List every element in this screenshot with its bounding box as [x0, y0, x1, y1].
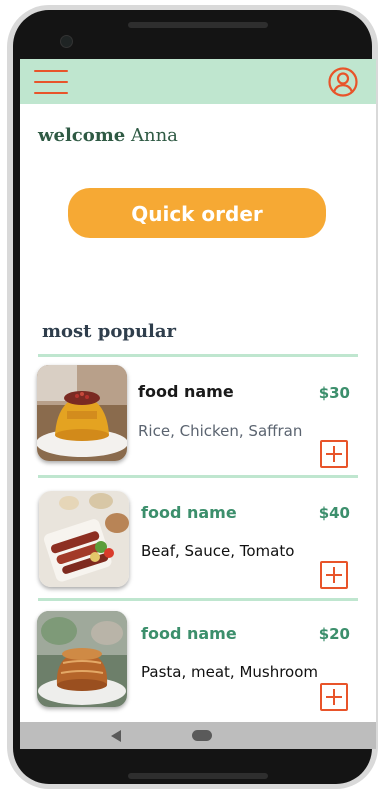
food-price: $20: [318, 625, 350, 643]
app-screen: welcome Anna Quick order most popular fo…: [20, 59, 376, 749]
welcome-message: welcome Anna: [38, 125, 178, 146]
food-card[interactable]: food name $20 Pasta, meat, Mushroom: [20, 603, 376, 713]
saffron-rice-chicken-photo[interactable]: [37, 365, 127, 461]
card-divider: [38, 475, 358, 478]
welcome-greeting: welcome: [38, 125, 126, 146]
food-ingredients: Rice, Chicken, Saffran: [138, 422, 303, 440]
add-to-cart-plus-icon[interactable]: [320, 561, 348, 589]
add-to-cart-plus-icon[interactable]: [320, 440, 348, 468]
hamburger-menu-icon[interactable]: [34, 68, 70, 96]
user-name: Anna: [130, 125, 178, 146]
app-header: [20, 59, 376, 104]
user-circle-icon[interactable]: [327, 66, 359, 98]
food-card[interactable]: food name $30 Rice, Chicken, Saffran: [20, 359, 376, 469]
food-ingredients: Pasta, meat, Mushroom: [141, 663, 319, 681]
food-name: food name: [141, 503, 237, 522]
back-triangle-icon[interactable]: [111, 730, 121, 742]
card-divider: [38, 598, 358, 601]
quick-order-button[interactable]: Quick order: [68, 188, 326, 238]
earpiece-speaker: [128, 22, 268, 28]
pasta-cake-photo[interactable]: [37, 611, 127, 707]
food-price: $40: [318, 504, 350, 522]
food-price: $30: [318, 384, 350, 402]
home-pill-icon[interactable]: [192, 730, 212, 741]
bottom-speaker: [128, 773, 268, 779]
food-name: food name: [141, 624, 237, 643]
food-name: food name: [138, 382, 234, 401]
kebab-platter-photo[interactable]: [39, 491, 129, 587]
food-ingredients: Beaf, Sauce, Tomato: [141, 542, 295, 560]
food-card[interactable]: food name $40 Beaf, Sauce, Tomato: [20, 481, 376, 591]
front-camera: [60, 35, 73, 48]
system-navigation-bar: [20, 722, 376, 749]
add-to-cart-plus-icon[interactable]: [320, 683, 348, 711]
section-divider: [38, 354, 358, 357]
section-title: most popular: [42, 321, 177, 342]
